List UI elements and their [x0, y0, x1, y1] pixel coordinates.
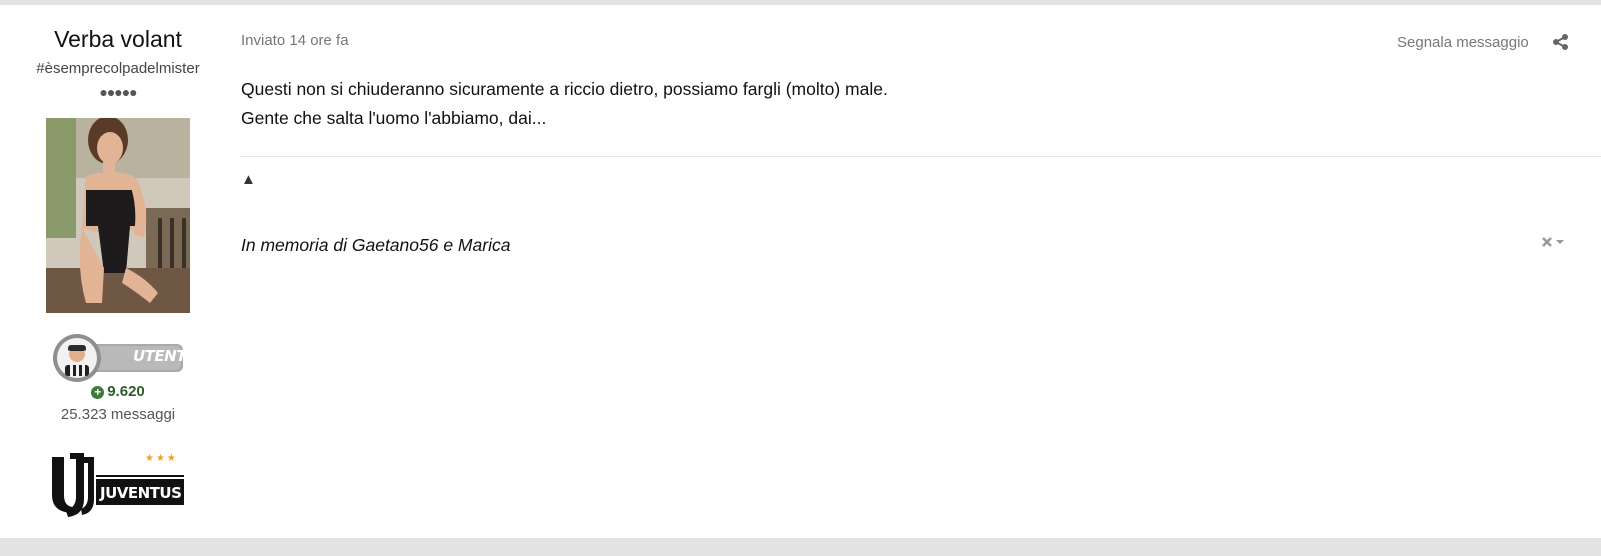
signature-text: In memoria di Gaetano56 e Marica [241, 235, 511, 255]
post-top-border [0, 0, 1601, 5]
group-label: UTENTE [133, 347, 196, 365]
reputation-score[interactable]: +9.620 [0, 383, 236, 401]
group-badge: UTENTE [53, 332, 196, 384]
post-bottom-border [0, 538, 1601, 556]
author-custom-title: #èsemprecolpadelmister [36, 60, 200, 77]
post-line: Questi non si chiuderanno sicuramente a … [241, 79, 888, 99]
report-post-link[interactable]: Segnala messaggio [1397, 34, 1529, 52]
author-panel: Verba volant #èsemprecolpadelmister ●●●●… [0, 5, 236, 538]
signature-divider [240, 156, 1601, 157]
avatar-image [46, 118, 190, 313]
team-label: JUVENTUS [100, 484, 182, 502]
team-stars: ★★★ [145, 453, 178, 464]
plus-circle-icon: + [91, 386, 105, 399]
reputation-value: 9.620 [107, 383, 145, 400]
rank-pips: ●●●●● [99, 84, 137, 100]
avatar[interactable] [46, 118, 190, 313]
signature-menu-button[interactable] [1540, 235, 1568, 251]
share-icon[interactable] [1551, 33, 1569, 51]
post-line: Gente che salta l'uomo l'abbiamo, dai... [241, 108, 547, 128]
signature-toggle-icon[interactable]: ▲ [241, 171, 256, 189]
share-icon-graphic [1553, 34, 1568, 50]
post-content: Questi non si chiuderanno sicuramente a … [241, 75, 888, 133]
close-icon [1542, 237, 1564, 247]
post-count: 25.323 messaggi [60, 406, 176, 423]
team-logo: ★★★ JUVENTUS [50, 451, 186, 517]
post-date[interactable]: Inviato 14 ore fa [241, 32, 349, 50]
author-name[interactable]: Verba volant [0, 25, 236, 53]
